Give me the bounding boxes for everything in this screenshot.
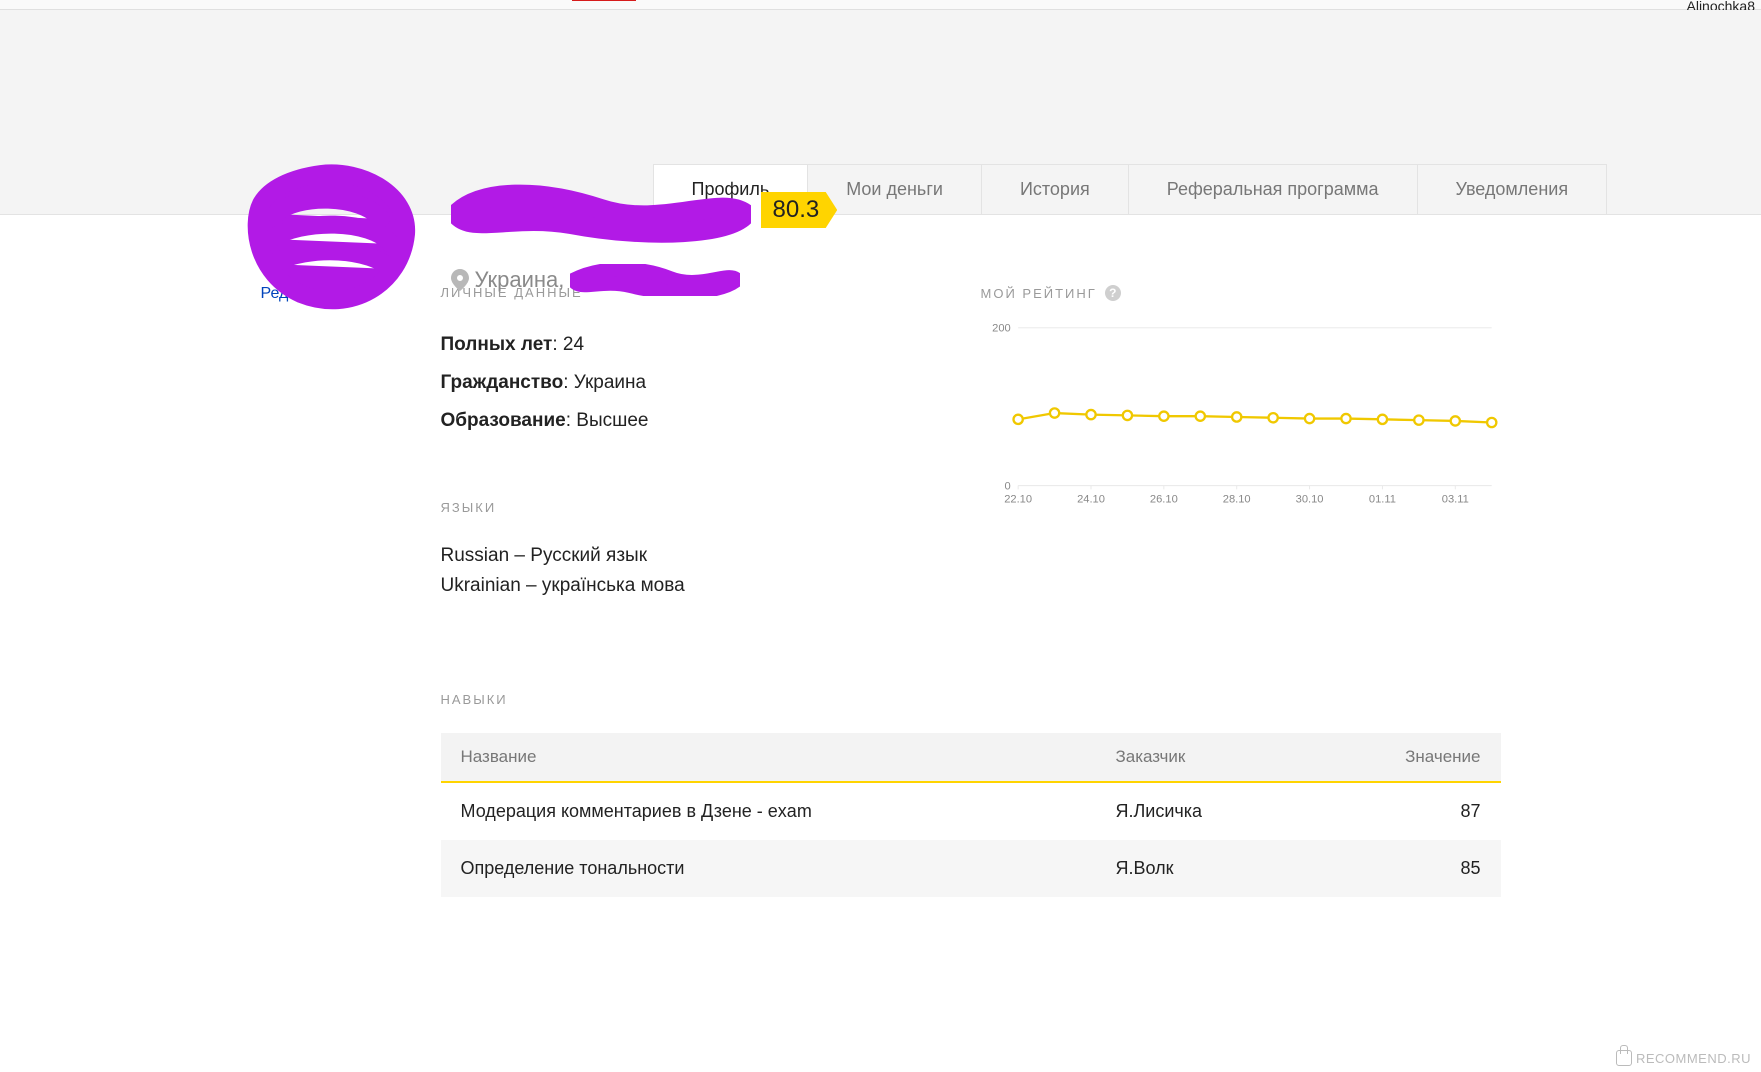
svg-text:30.10: 30.10	[1295, 493, 1323, 505]
section-title-skills: НАВЫКИ	[441, 692, 1501, 707]
tab-notifications[interactable]: Уведомления	[1418, 164, 1608, 214]
citizenship-value: Украина	[574, 372, 646, 393]
svg-text:22.10: 22.10	[1004, 493, 1032, 505]
profile-header: 80.3 Украина, Профиль Мои деньги История…	[0, 10, 1761, 215]
skills-cell-customer: Я.Волк	[1095, 840, 1307, 897]
top-nav-active-indicator	[572, 0, 636, 1]
location-row: Украина,	[451, 264, 741, 296]
svg-text:28.10: 28.10	[1222, 493, 1250, 505]
personal-column: ЛИЧНЫЕ ДАННЫЕ Полных лет: 24 Гражданство…	[441, 285, 941, 602]
skills-cell-value: 85	[1307, 840, 1500, 897]
rating-badge: 80.3	[761, 192, 838, 228]
sidebar: Редактировать	[261, 285, 441, 897]
personal-data-block: Полных лет: 24 Гражданство: Украина Обра…	[441, 326, 941, 440]
watermark-site: RECOMMEND.RU	[1616, 1050, 1751, 1066]
language-item: Russian – Русский язык	[441, 541, 941, 571]
help-icon[interactable]: ?	[1105, 285, 1121, 301]
citizenship-label: Гражданство	[441, 372, 564, 393]
svg-text:01.11: 01.11	[1368, 493, 1395, 505]
education-label: Образование	[441, 410, 566, 431]
skills-table: Название Заказчик Значение Модерация ком…	[441, 733, 1501, 897]
tab-history[interactable]: История	[982, 164, 1129, 214]
rating-chart: 0 200 22.10 24.10 26.10 28.10 30.10 01.11 03.11	[981, 311, 1501, 526]
svg-text:24.10: 24.10	[1077, 493, 1105, 505]
avatar-redacted-scribble	[241, 164, 421, 314]
age-value: 24	[563, 334, 584, 355]
top-nav-bar: Alinochka8	[0, 0, 1761, 10]
rating-chart-svg: 0 200 22.10 24.10 26.10 28.10 30.10 01.11 03.11	[981, 311, 1501, 521]
thumb-up-icon	[1616, 1050, 1632, 1066]
language-item: Ukrainian – українська мова	[441, 571, 941, 601]
skills-cell-name: Модерация комментариев в Дзене - exam	[441, 782, 1096, 840]
rating-column: МОЙ РЕЙТИНГ ? 0 200 22.10 24.10 26.10 28.10 30…	[981, 285, 1501, 602]
svg-text:0: 0	[1004, 480, 1010, 492]
svg-text:26.10: 26.10	[1149, 493, 1177, 505]
section-title-rating: МОЙ РЕЙТИНГ	[981, 286, 1097, 301]
location-country: Украина,	[475, 267, 565, 293]
table-row: Определение тональностиЯ.Волк85	[441, 840, 1501, 897]
location-city-redacted-scribble	[570, 264, 740, 296]
svg-text:03.11: 03.11	[1441, 493, 1468, 505]
section-title-languages: ЯЗЫКИ	[441, 500, 941, 515]
tab-referral[interactable]: Реферальная программа	[1129, 164, 1418, 214]
skills-cell-customer: Я.Лисичка	[1095, 782, 1307, 840]
education-value: Высшее	[576, 410, 648, 431]
age-label: Полных лет	[441, 334, 553, 355]
skills-cell-name: Определение тональности	[441, 840, 1096, 897]
skills-cell-value: 87	[1307, 782, 1500, 840]
location-pin-icon	[451, 269, 469, 291]
svg-text:200: 200	[992, 323, 1011, 335]
skills-header-customer: Заказчик	[1095, 733, 1307, 782]
table-row: Модерация комментариев в Дзене - examЯ.Л…	[441, 782, 1501, 840]
skills-block: НАВЫКИ Название Заказчик Значение Модера…	[441, 692, 1501, 897]
username-redacted-scribble	[451, 184, 751, 244]
skills-header-name: Название	[441, 733, 1096, 782]
skills-header-value: Значение	[1307, 733, 1500, 782]
languages-block: ЯЗЫКИ Russian – Русский язык Ukrainian –…	[441, 500, 941, 602]
